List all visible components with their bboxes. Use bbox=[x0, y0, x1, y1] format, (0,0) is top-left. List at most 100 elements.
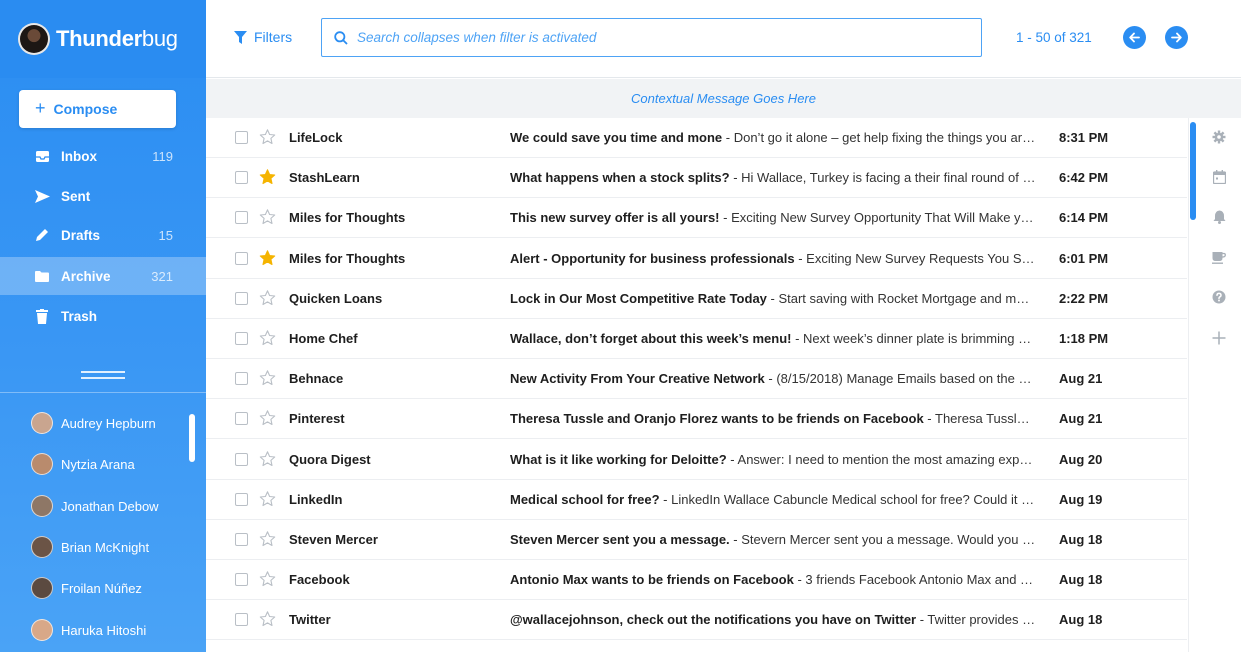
email-checkbox[interactable] bbox=[235, 251, 248, 265]
contact-avatar bbox=[31, 619, 53, 641]
sidebar-item-drafts[interactable]: Drafts 15 bbox=[0, 216, 206, 254]
archive-count: 321 bbox=[151, 268, 173, 284]
contact-item[interactable]: Jonathan Debow bbox=[31, 494, 191, 518]
email-subject: Alert - Opportunity for business profess… bbox=[510, 250, 795, 266]
contact-item[interactable]: Nytzia Arana bbox=[31, 452, 191, 476]
email-checkbox[interactable] bbox=[235, 613, 248, 627]
star-icon[interactable] bbox=[259, 129, 276, 145]
email-sender: StashLearn bbox=[289, 170, 360, 186]
email-row[interactable]: Steven Mercer Steven Mercer sent you a me… bbox=[206, 520, 1187, 560]
search-input[interactable] bbox=[357, 30, 937, 45]
contact-avatar bbox=[31, 453, 53, 475]
email-row[interactable]: StashLearn What happens when a stock spli… bbox=[206, 158, 1187, 199]
contact-avatar bbox=[31, 577, 53, 599]
email-checkbox[interactable] bbox=[235, 171, 248, 185]
email-checkbox[interactable] bbox=[235, 332, 248, 345]
contact-name: Haruka Hitoshi bbox=[61, 622, 147, 638]
sidebar-item-trash[interactable]: Trash bbox=[0, 297, 206, 335]
email-preview: - (8/15/2018) Manage Emails based on the… bbox=[764, 371, 1036, 387]
email-row[interactable]: LifeLock We could save you time and mone … bbox=[206, 118, 1187, 158]
email-time: 6:42 PM bbox=[1059, 170, 1109, 186]
contact-item[interactable]: Brian McKnight bbox=[31, 535, 191, 559]
star-icon[interactable] bbox=[259, 491, 276, 507]
compose-button[interactable]: + Compose bbox=[19, 90, 176, 128]
star-icon[interactable] bbox=[259, 290, 276, 306]
email-row[interactable]: Quora Digest What is it like working for … bbox=[206, 440, 1187, 480]
sidebar-item-label: Inbox bbox=[61, 148, 97, 164]
contact-name: Nytzia Arana bbox=[61, 456, 135, 472]
email-preview: - Start saving with Rocket Mortgage and … bbox=[770, 290, 1036, 306]
star-icon[interactable] bbox=[259, 249, 276, 266]
next-page-button[interactable] bbox=[1165, 26, 1188, 49]
arrow-left-icon bbox=[1129, 32, 1140, 43]
filters-button[interactable]: Filters bbox=[234, 29, 292, 45]
sidebar-item-label: Drafts bbox=[61, 227, 101, 243]
email-row[interactable]: Pinterest Theresa Tussle and Oranjo Flore… bbox=[206, 399, 1187, 440]
contextual-message: Contextual Message Goes Here bbox=[206, 79, 1241, 118]
email-checkbox[interactable] bbox=[235, 291, 248, 305]
email-checkbox[interactable] bbox=[235, 492, 248, 506]
email-checkbox[interactable] bbox=[235, 533, 248, 546]
email-checkbox[interactable] bbox=[235, 452, 248, 466]
email-time: 2:22 PM bbox=[1059, 290, 1109, 306]
folder-icon bbox=[34, 268, 50, 284]
search-box[interactable] bbox=[321, 18, 982, 57]
star-icon[interactable] bbox=[259, 571, 276, 587]
email-subject-line: What is it like working for Deloitte? - … bbox=[510, 452, 1036, 467]
email-sender: Quicken Loans bbox=[289, 290, 383, 306]
star-icon[interactable] bbox=[259, 531, 276, 547]
email-subject: This new survey offer is all yours! bbox=[510, 210, 720, 226]
list-divider bbox=[1188, 118, 1189, 652]
star-icon[interactable] bbox=[259, 330, 276, 346]
email-row[interactable]: Home Chef Wallace, don’t forget about thi… bbox=[206, 319, 1187, 359]
user-avatar[interactable] bbox=[18, 23, 50, 55]
bell-icon[interactable] bbox=[1211, 209, 1227, 225]
email-subject: What is it like working for Deloitte? bbox=[510, 451, 727, 467]
resize-handle[interactable] bbox=[81, 371, 125, 379]
email-time: Aug 19 bbox=[1059, 491, 1103, 507]
star-icon[interactable] bbox=[259, 209, 276, 225]
email-checkbox[interactable] bbox=[235, 211, 248, 225]
plus-icon[interactable] bbox=[1211, 330, 1227, 346]
trash-icon bbox=[34, 308, 50, 324]
email-checkbox[interactable] bbox=[235, 131, 248, 144]
sidebar-item-label: Sent bbox=[61, 188, 91, 204]
star-icon[interactable] bbox=[259, 410, 276, 426]
sidebar-item-archive[interactable]: Archive 321 bbox=[0, 257, 206, 295]
inbox-icon bbox=[34, 148, 50, 164]
email-checkbox[interactable] bbox=[235, 372, 248, 386]
brand[interactable]: Thunderbug bbox=[18, 20, 178, 58]
email-checkbox[interactable] bbox=[235, 573, 248, 587]
star-icon[interactable] bbox=[259, 169, 276, 185]
email-subject: Medical school for free? bbox=[510, 491, 660, 507]
calendar-icon[interactable] bbox=[1211, 169, 1227, 185]
contact-item[interactable]: Froilan Núñez bbox=[31, 576, 191, 600]
sidebar-item-sent[interactable]: Sent bbox=[0, 177, 206, 215]
drafts-count: 15 bbox=[158, 227, 173, 243]
email-row[interactable]: Miles for Thoughts Alert - Opportunity fo… bbox=[206, 239, 1187, 279]
contact-item[interactable]: Haruka Hitoshi bbox=[31, 618, 191, 642]
contacts-scrollbar[interactable] bbox=[189, 414, 195, 462]
email-row[interactable]: Miles for Thoughts This new survey offer … bbox=[206, 198, 1187, 239]
star-icon[interactable] bbox=[259, 611, 276, 627]
sidebar-item-inbox[interactable]: Inbox 119 bbox=[0, 137, 206, 175]
email-row[interactable]: Behnace New Activity From Your Creative N… bbox=[206, 359, 1187, 400]
star-icon[interactable] bbox=[259, 450, 276, 467]
email-row[interactable]: Twitter @wallacejohnson, check out the no… bbox=[206, 600, 1187, 641]
prev-page-button[interactable] bbox=[1123, 26, 1146, 49]
coffee-icon[interactable] bbox=[1211, 249, 1227, 265]
contact-item[interactable]: Audrey Hepburn bbox=[31, 411, 191, 435]
email-preview: - Stevern Mercer sent you a message. Wou… bbox=[733, 532, 1036, 547]
contact-name: Audrey Hepburn bbox=[61, 415, 156, 431]
inbox-count: 119 bbox=[152, 148, 173, 164]
help-icon[interactable] bbox=[1211, 289, 1227, 305]
email-row[interactable]: Facebook Antonio Max wants to be friends … bbox=[206, 560, 1187, 601]
star-icon[interactable] bbox=[259, 370, 276, 386]
email-row[interactable]: Quicken Loans Lock in Our Most Competitiv… bbox=[206, 279, 1187, 319]
email-subject: Antonio Max wants to be friends on Faceb… bbox=[510, 572, 794, 588]
email-row[interactable]: LinkedIn Medical school for free? - Linke… bbox=[206, 480, 1187, 520]
email-checkbox[interactable] bbox=[235, 412, 248, 426]
email-list-scrollbar[interactable] bbox=[1190, 122, 1196, 220]
gear-icon[interactable] bbox=[1211, 129, 1227, 145]
email-sender: Facebook bbox=[289, 572, 350, 588]
